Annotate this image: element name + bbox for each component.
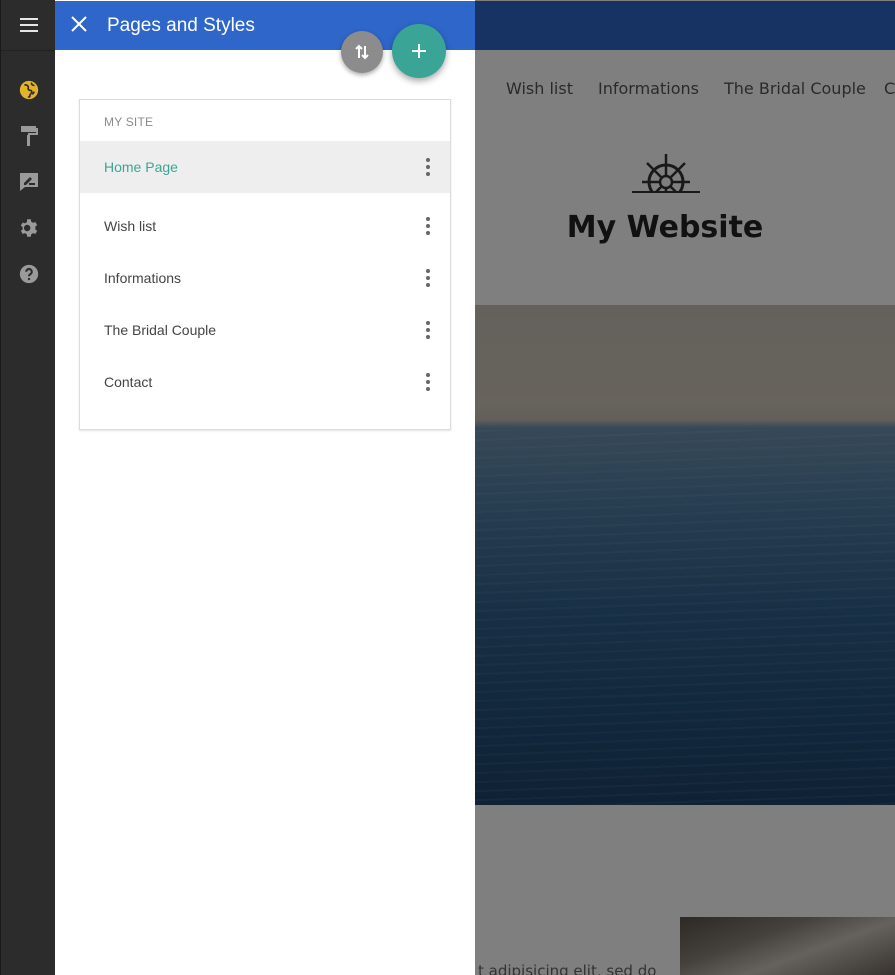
preview-thumbnail — [680, 917, 895, 975]
edit-note-icon — [19, 173, 38, 191]
help-icon — [19, 264, 38, 284]
pages-panel: Pages and Styles MY SITE Home Page Wish … — [55, 0, 475, 975]
page-item-bridal-couple[interactable]: The Bridal Couple — [80, 304, 450, 356]
help-button[interactable] — [1, 251, 56, 297]
preview-topbar — [475, 1, 895, 50]
site-preview: Wish list Informations The Bridal Couple… — [475, 0, 895, 975]
gear-icon — [20, 219, 37, 237]
site-pages-card: MY SITE Home Page Wish list Informations… — [79, 99, 451, 430]
page-item-contact[interactable]: Contact — [80, 356, 450, 408]
panel-title: Pages and Styles — [107, 15, 255, 36]
page-label: Contact — [104, 374, 153, 390]
page-item-wish-list[interactable]: Wish list — [80, 200, 450, 252]
left-rail — [0, 0, 56, 975]
page-label: Wish list — [104, 218, 157, 234]
preview-nav-item: C — [884, 79, 895, 98]
pages-button[interactable] — [1, 67, 56, 113]
hero-waves — [475, 430, 895, 805]
preview-nav-item: Wish list — [506, 79, 573, 98]
menu-icon — [19, 18, 38, 32]
more-options-icon[interactable] — [418, 214, 438, 238]
page-label: Informations — [104, 270, 182, 286]
preview-site-title: My Website — [566, 210, 764, 245]
preview-nav-item: Informations — [598, 79, 699, 98]
page-item-home[interactable]: Home Page — [80, 141, 450, 193]
paint-roller-icon — [20, 126, 38, 146]
card-header: MY SITE — [104, 115, 154, 129]
more-options-icon[interactable] — [418, 266, 438, 290]
page-label: Home Page — [104, 159, 178, 175]
close-icon — [71, 16, 87, 32]
add-page-button[interactable] — [392, 24, 446, 78]
menu-button[interactable] — [1, 1, 56, 49]
preview-nav-item: The Bridal Couple — [724, 79, 866, 98]
settings-button[interactable] — [1, 205, 56, 251]
page-label: The Bridal Couple — [104, 322, 217, 338]
preview-body-text: t adipisicing elit, sed do — [478, 962, 657, 975]
preview-nav: Wish list Informations The Bridal Couple… — [475, 50, 895, 125]
styles-button[interactable] — [1, 113, 56, 159]
content-button[interactable] — [1, 159, 56, 205]
more-options-icon[interactable] — [418, 370, 438, 394]
swap-vertical-icon — [355, 44, 369, 60]
globe-icon — [19, 80, 38, 100]
rail-divider — [1, 50, 56, 51]
plus-icon — [412, 44, 426, 58]
ship-wheel-logo — [630, 154, 702, 200]
more-options-icon[interactable] — [418, 155, 438, 179]
more-options-icon[interactable] — [418, 318, 438, 342]
close-button[interactable] — [67, 12, 91, 36]
page-item-informations[interactable]: Informations — [80, 252, 450, 304]
reorder-pages-button[interactable] — [341, 31, 383, 73]
